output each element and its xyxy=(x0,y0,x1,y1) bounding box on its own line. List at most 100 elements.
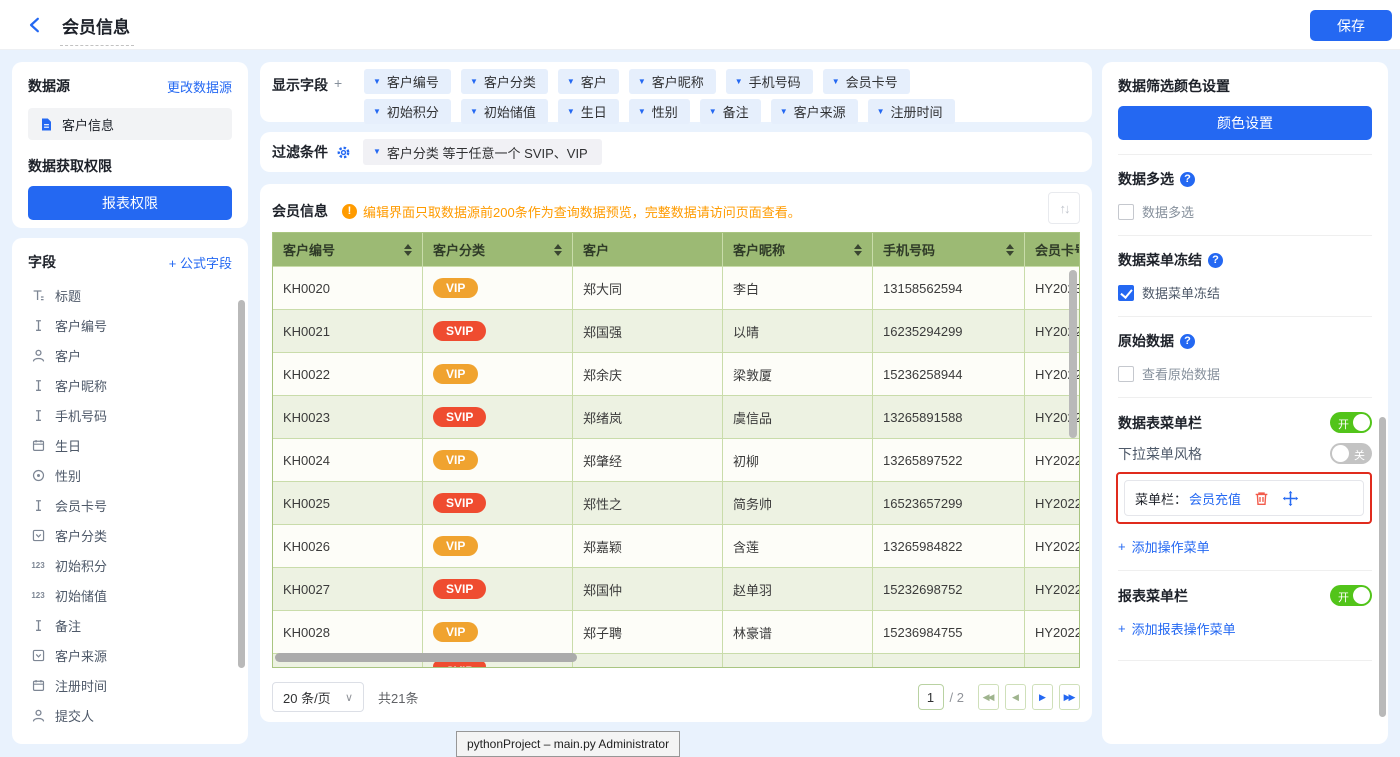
field-item[interactable]: 客户昵称 xyxy=(28,370,232,400)
fields-scrollbar[interactable] xyxy=(238,300,245,668)
dropdown-style-toggle[interactable]: 关 xyxy=(1330,443,1372,464)
table-cell: 郑大同 xyxy=(573,266,723,309)
save-button[interactable]: 保存 xyxy=(1310,10,1392,41)
settings-scrollbar[interactable] xyxy=(1379,417,1386,717)
sort-arrows-icon[interactable] xyxy=(854,244,862,256)
display-field-chip[interactable]: ▼客户昵称 xyxy=(629,69,716,94)
move-icon[interactable] xyxy=(1282,490,1299,507)
field-item[interactable]: 注册时间 xyxy=(28,670,232,700)
table-row[interactable]: KH0024VIP郑肇经初柳13265897522HY2022 xyxy=(273,438,1080,481)
display-field-chip[interactable]: ▼初始储值 xyxy=(461,99,548,124)
last-page-icon[interactable]: ▶▶ xyxy=(1059,684,1080,710)
text-field-icon xyxy=(30,317,46,333)
add-report-action-menu-link[interactable]: + 添加报表操作菜单 xyxy=(1118,619,1372,638)
menu-item-value[interactable]: 会员充值 xyxy=(1189,489,1241,508)
back-icon[interactable] xyxy=(26,16,44,34)
display-field-chip-label: 会员卡号 xyxy=(846,72,898,91)
field-item[interactable]: 标题 xyxy=(28,280,232,310)
table-title: 会员信息 xyxy=(272,201,328,221)
table-menubar-toggle[interactable]: 开 xyxy=(1330,412,1372,433)
field-item-label: 客户编号 xyxy=(55,316,107,335)
column-header-1[interactable]: 客户编号 xyxy=(273,233,423,266)
table-row[interactable]: KH0027SVIP郑国仲赵单羽15232698752HY2022 xyxy=(273,567,1080,610)
table-cell: KH0025 xyxy=(273,481,423,524)
display-field-chip[interactable]: ▼手机号码 xyxy=(726,69,813,94)
page-size-select[interactable]: 20 条/页 ∨ xyxy=(272,682,364,712)
display-field-chip[interactable]: ▼客户分类 xyxy=(461,69,548,94)
help-icon[interactable]: ? xyxy=(1208,253,1223,268)
field-item[interactable]: 客户分类 xyxy=(28,520,232,550)
grid-vertical-scrollbar[interactable] xyxy=(1069,270,1077,438)
field-item[interactable]: 提交人 xyxy=(28,700,232,730)
table-row[interactable]: KH0022VIP郑余庆梁敦厦15236258944HY2022 xyxy=(273,352,1080,395)
column-header-6[interactable]: 会员卡号 xyxy=(1025,233,1080,266)
date-field-icon xyxy=(30,437,46,453)
raw-data-checkbox[interactable] xyxy=(1118,366,1134,382)
field-item[interactable]: 手机号码 xyxy=(28,400,232,430)
page-number-input[interactable] xyxy=(918,684,944,710)
sort-arrows-icon[interactable] xyxy=(1006,244,1014,256)
field-item[interactable]: 客户 xyxy=(28,340,232,370)
first-page-icon[interactable]: ◀◀ xyxy=(978,684,999,710)
grid-horizontal-scrollbar[interactable] xyxy=(275,653,577,662)
display-field-chip[interactable]: ▼会员卡号 xyxy=(823,69,910,94)
menu-freeze-checkbox[interactable] xyxy=(1118,285,1134,301)
menu-freeze-checkbox-row[interactable]: 数据菜单冻结 xyxy=(1118,283,1372,302)
field-item[interactable]: 性别 xyxy=(28,460,232,490)
display-field-chip[interactable]: ▼初始积分 xyxy=(364,99,451,124)
field-item[interactable]: 会员卡号 xyxy=(28,490,232,520)
table-cell: 赵单羽 xyxy=(723,567,873,610)
table-row[interactable]: KH0021SVIP郑国强以晴16235294299HY2022 xyxy=(273,309,1080,352)
table-sort-tool-icon[interactable]: ↑↓ xyxy=(1048,192,1080,224)
field-item[interactable]: 客户编号 xyxy=(28,310,232,340)
table-row[interactable]: KH0026VIP郑嘉颖含莲13265984822HY2022 xyxy=(273,524,1080,567)
table-row[interactable]: KH0025SVIP郑性之简务帅16523657299HY2022 xyxy=(273,481,1080,524)
add-formula-field-link[interactable]: + 公式字段 xyxy=(169,253,232,272)
menu-item-row[interactable]: 菜单栏： 会员充值 xyxy=(1124,480,1364,516)
display-field-chip[interactable]: ▼客户编号 xyxy=(364,69,451,94)
table-row[interactable]: KH0020VIP郑大同李白13158562594HY2023 xyxy=(273,266,1080,309)
display-field-chip[interactable]: ▼备注 xyxy=(700,99,761,124)
table-row[interactable]: KH0023SVIP郑绪岚虞信品13265891588HY2022 xyxy=(273,395,1080,438)
column-header-3[interactable]: 客户 xyxy=(573,233,723,266)
display-field-chip[interactable]: ▼性别 xyxy=(629,99,690,124)
column-header-2[interactable]: 客户分类 xyxy=(423,233,573,266)
color-settings-button[interactable]: 颜色设置 xyxy=(1118,106,1372,140)
display-field-chip[interactable]: ▼注册时间 xyxy=(868,99,955,124)
column-header-4[interactable]: 客户昵称 xyxy=(723,233,873,266)
previous-page-icon[interactable]: ◀ xyxy=(1005,684,1026,710)
next-page-icon[interactable]: ▶ xyxy=(1032,684,1053,710)
table-cell: VIP xyxy=(423,352,573,395)
field-item[interactable]: 123初始储值 xyxy=(28,580,232,610)
display-field-chip[interactable]: ▼生日 xyxy=(558,99,619,124)
display-field-chip[interactable]: ▼客户 xyxy=(558,69,619,94)
table-cell: 15232698752 xyxy=(873,567,1025,610)
delete-icon[interactable] xyxy=(1253,490,1270,507)
help-icon[interactable]: ? xyxy=(1180,334,1195,349)
field-item[interactable]: 生日 xyxy=(28,430,232,460)
help-icon[interactable]: ? xyxy=(1180,172,1195,187)
table-cell: 郑性之 xyxy=(573,481,723,524)
filter-settings-gear-icon[interactable] xyxy=(336,145,351,160)
datasource-item[interactable]: 客户信息 xyxy=(28,108,232,140)
multi-select-checkbox[interactable] xyxy=(1118,204,1134,220)
field-item[interactable]: 备注 xyxy=(28,610,232,640)
sort-arrows-icon[interactable] xyxy=(404,244,412,256)
add-display-field-button[interactable]: + xyxy=(334,75,342,91)
category-badge: VIP xyxy=(433,536,478,556)
add-action-menu-link[interactable]: + 添加操作菜单 xyxy=(1118,537,1372,556)
report-permission-button[interactable]: 报表权限 xyxy=(28,186,232,220)
field-item[interactable]: 客户来源 xyxy=(28,640,232,670)
field-item[interactable]: 123初始积分 xyxy=(28,550,232,580)
column-header-5[interactable]: 手机号码 xyxy=(873,233,1025,266)
report-menubar-toggle[interactable]: 开 xyxy=(1330,585,1372,606)
change-datasource-link[interactable]: 更改数据源 xyxy=(167,77,232,96)
multi-select-checkbox-row[interactable]: 数据多选 xyxy=(1118,202,1372,221)
raw-data-checkbox-row[interactable]: 查看原始数据 xyxy=(1118,364,1372,383)
sort-arrows-icon[interactable] xyxy=(554,244,562,256)
table-menubar-title: 数据表菜单栏 xyxy=(1118,413,1202,433)
table-row[interactable]: KH0028VIP郑子聘林豪谱15236984755HY2022 xyxy=(273,610,1080,653)
display-field-chip[interactable]: ▼客户来源 xyxy=(771,99,858,124)
filter-condition-chip[interactable]: ▼ 客户分类 等于任意一个 SVIP、VIP xyxy=(363,139,602,165)
table-cell: SVIP xyxy=(423,309,573,352)
